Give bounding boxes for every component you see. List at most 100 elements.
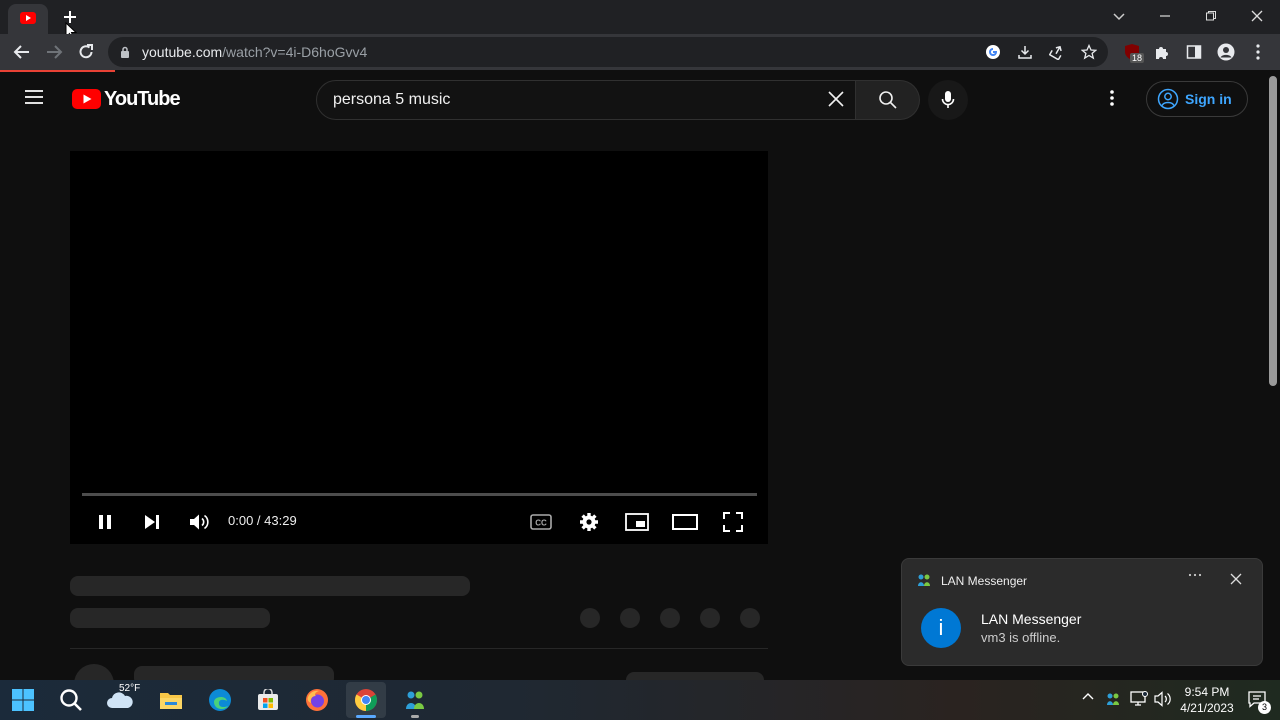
minimize-button[interactable] <box>1152 4 1178 28</box>
settings-menu-button[interactable] <box>1110 89 1126 109</box>
sign-in-button[interactable]: Sign in <box>1146 81 1248 117</box>
close-window-button[interactable] <box>1244 4 1270 28</box>
extensions-button[interactable] <box>1150 40 1174 64</box>
scrollbar-thumb[interactable] <box>1269 76 1277 386</box>
next-video-button[interactable] <box>136 506 168 538</box>
miniplayer-button[interactable] <box>621 506 653 538</box>
lock-icon <box>121 46 129 58</box>
youtube-header: YouTube Sign in <box>0 72 1266 126</box>
channel-skeleton <box>70 608 270 628</box>
youtube-logo-text: YouTube <box>104 87 181 110</box>
youtube-logo[interactable]: YouTube <box>72 87 181 110</box>
lan-messenger-taskbar-button[interactable] <box>395 682 435 718</box>
extension-badge: 18 <box>1130 53 1145 63</box>
close-icon <box>828 91 844 107</box>
google-lens-icon[interactable] <box>985 44 1001 60</box>
chrome-taskbar-button[interactable] <box>346 682 386 718</box>
active-app-indicator <box>411 715 419 718</box>
show-hidden-icons-button[interactable] <box>1082 692 1098 708</box>
chevron-up-icon <box>1082 693 1094 700</box>
voice-search-button[interactable] <box>928 80 968 120</box>
microsoft-store-button[interactable] <box>248 682 288 718</box>
search-input[interactable] <box>333 89 813 111</box>
sign-in-label: Sign in <box>1185 91 1232 107</box>
network-icon <box>1130 691 1148 706</box>
youtube-play-logo-icon <box>72 89 101 109</box>
time-display: 0:00 / 43:29 <box>228 513 297 528</box>
lan-messenger-app-icon <box>918 574 930 586</box>
clear-search-button[interactable] <box>827 90 849 112</box>
info-icon: i <box>921 608 961 648</box>
lan-messenger-tray-button[interactable] <box>1106 692 1122 708</box>
restore-icon <box>1206 11 1216 21</box>
theater-mode-button[interactable] <box>669 506 701 538</box>
play-pause-button[interactable] <box>89 506 121 538</box>
microphone-icon <box>941 91 955 108</box>
search-icon <box>878 91 897 109</box>
url-text[interactable]: youtube.com/watch?v=4i-D6hoGvv4 <box>142 44 367 60</box>
action-skeleton <box>740 608 760 628</box>
edge-icon <box>209 689 231 711</box>
notification-center-button[interactable]: 3 <box>1248 690 1271 714</box>
mute-button[interactable] <box>183 506 215 538</box>
fullscreen-icon <box>723 512 743 532</box>
start-button[interactable] <box>3 682 43 718</box>
guide-menu-button[interactable] <box>24 89 48 109</box>
fullscreen-button[interactable] <box>717 506 749 538</box>
miniplayer-icon <box>625 513 649 531</box>
close-icon <box>1230 573 1242 585</box>
lan-messenger-tray-icon <box>1107 693 1119 705</box>
folder-icon <box>160 693 182 709</box>
search-button[interactable] <box>856 80 920 120</box>
volume-icon <box>190 514 209 530</box>
profile-icon <box>1217 43 1235 61</box>
notification-count-badge: 3 <box>1258 701 1271 714</box>
store-icon <box>258 689 278 710</box>
notification-more-button[interactable] <box>1188 573 1208 589</box>
captions-button[interactable]: CC <box>525 506 557 538</box>
search-taskbar-button[interactable] <box>51 682 91 718</box>
reload-button[interactable] <box>74 40 98 64</box>
file-explorer-button[interactable] <box>151 682 191 718</box>
tab-search-button[interactable] <box>1106 4 1132 28</box>
firefox-button[interactable] <box>297 682 337 718</box>
side-panel-icon <box>1186 45 1202 59</box>
action-skeleton <box>620 608 640 628</box>
reload-icon <box>79 44 93 59</box>
notification-close-button[interactable] <box>1230 573 1246 589</box>
network-button[interactable] <box>1130 691 1148 709</box>
notification-toast[interactable]: LAN Messenger i LAN Messenger vm3 is off… <box>901 558 1263 666</box>
forward-button[interactable] <box>42 40 66 64</box>
volume-button[interactable] <box>1154 691 1172 709</box>
bookmark-star-icon[interactable] <box>1081 44 1097 60</box>
arrow-right-icon <box>47 45 63 59</box>
browser-tab-youtube[interactable] <box>8 4 48 34</box>
action-skeleton <box>660 608 680 628</box>
edge-button[interactable] <box>200 682 240 718</box>
page-scrollbar[interactable] <box>1266 72 1280 680</box>
video-progress-bar[interactable] <box>82 493 757 496</box>
minimize-icon <box>1160 15 1170 17</box>
ublock-extension-button[interactable]: 18 <box>1120 40 1145 64</box>
action-skeleton <box>580 608 600 628</box>
search-box[interactable] <box>316 80 856 120</box>
url-path: /watch?v=4i-D6hoGvv4 <box>222 44 368 60</box>
chrome-menu-button[interactable] <box>1246 40 1270 64</box>
taskbar-clock[interactable]: 9:54 PM 4/21/2023 <box>1176 684 1238 716</box>
back-button[interactable] <box>10 40 34 64</box>
side-panel-button[interactable] <box>1182 40 1206 64</box>
install-app-icon[interactable] <box>1017 44 1033 60</box>
settings-button[interactable] <box>573 506 605 538</box>
video-player[interactable]: 0:00 / 43:29 CC <box>70 151 768 544</box>
notification-body: vm3 is offline. <box>981 630 1061 645</box>
weather-temperature: 52°F <box>119 683 141 694</box>
url-host: youtube.com <box>142 44 223 60</box>
more-horizontal-icon <box>1188 573 1202 577</box>
active-app-indicator <box>356 715 376 718</box>
hamburger-icon <box>25 90 43 104</box>
profile-button[interactable] <box>1214 40 1238 64</box>
address-bar[interactable]: youtube.com/watch?v=4i-D6hoGvv4 <box>108 37 1108 67</box>
share-icon[interactable] <box>1049 44 1065 60</box>
restore-button[interactable] <box>1198 4 1224 28</box>
title-skeleton <box>70 576 470 596</box>
